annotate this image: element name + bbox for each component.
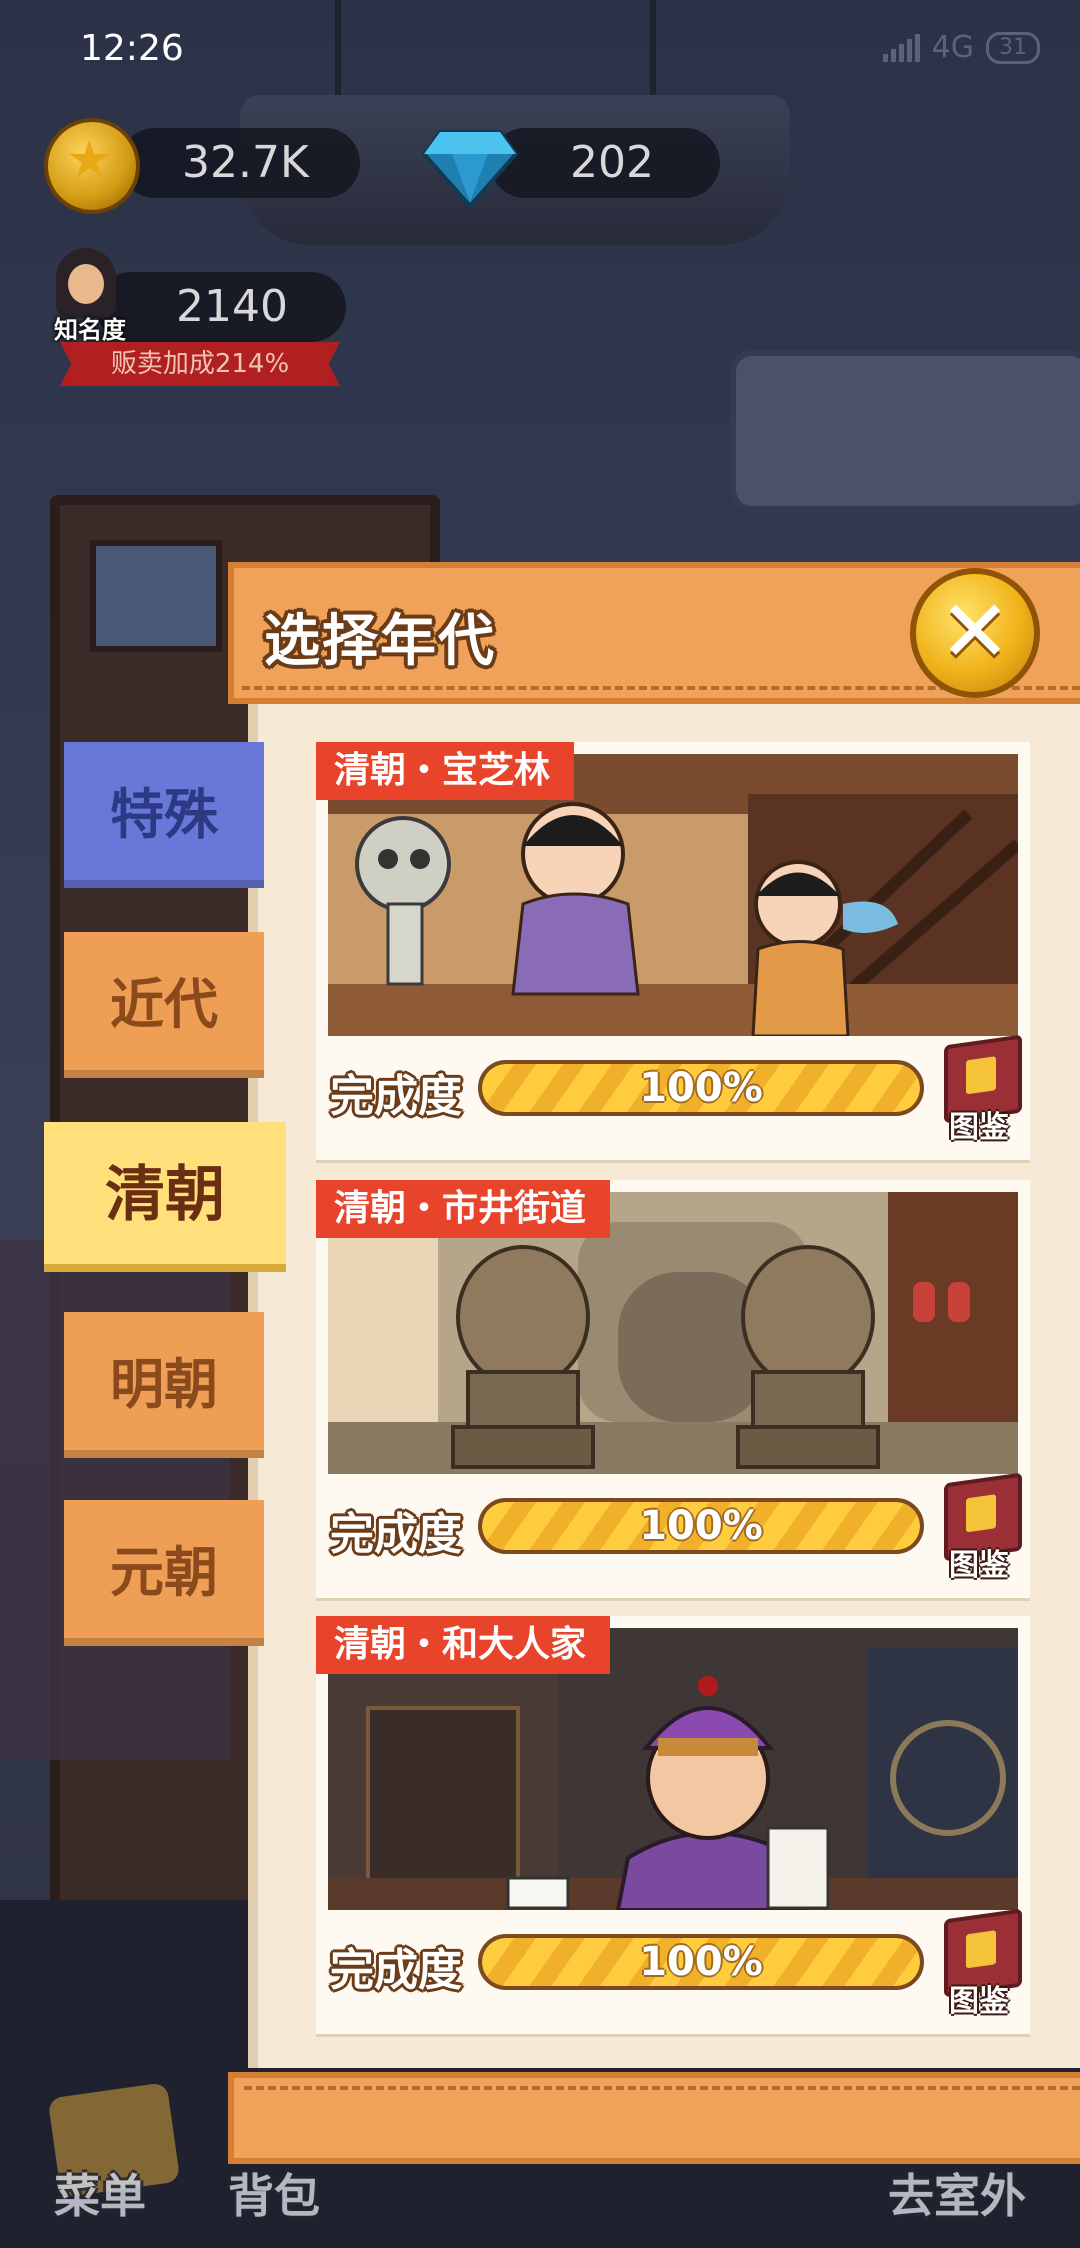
fame-counter[interactable]: 2140: [96, 272, 346, 342]
gem-counter[interactable]: 202: [490, 128, 720, 198]
network-type: 4G: [931, 30, 974, 65]
bag-button[interactable]: 背包: [228, 2160, 320, 2226]
close-button[interactable]: ✕: [910, 568, 1040, 698]
tab-ming-dynasty[interactable]: 明朝: [64, 1312, 264, 1458]
completion-label: 完成度: [330, 1509, 462, 1560]
tab-yuan-dynasty[interactable]: 元朝: [64, 1500, 264, 1646]
avatar: [56, 248, 116, 318]
collection-label: 图鉴: [949, 1110, 1009, 1145]
sales-bonus-badge: 贩卖加成214%: [60, 342, 340, 386]
coin-counter[interactable]: 32.7K: [120, 128, 360, 198]
battery-icon: 31: [986, 31, 1040, 64]
coin-value: 32.7K: [182, 137, 309, 188]
close-x-icon: ✕: [938, 582, 1012, 682]
tab-qing-dynasty[interactable]: 清朝: [44, 1122, 286, 1272]
collection-book-button[interactable]: 图鉴: [936, 1908, 1022, 2020]
scene-tag: 清朝・宝芝林: [316, 742, 575, 800]
lamp-wire: [335, 0, 341, 95]
scene-tag: 清朝・市井街道: [316, 1180, 611, 1238]
scene-card[interactable]: 清朝・市井街道 完成度 100% 图鉴: [316, 1180, 1030, 1598]
tab-special[interactable]: 特殊: [64, 742, 264, 888]
completion-progress-bar: 100%: [478, 1060, 924, 1116]
collection-label: 图鉴: [949, 1984, 1009, 2019]
scene-tag: 清朝・和大人家: [316, 1616, 611, 1674]
door-window: [90, 540, 222, 652]
scene-card[interactable]: 清朝・和大人家 完成度 100% 图鉴: [316, 1616, 1030, 2034]
fame-value: 2140: [176, 281, 288, 332]
menu-button[interactable]: 菜单: [54, 2160, 146, 2226]
progress-percent: 100%: [639, 1503, 763, 1549]
completion-progress-bar: 100%: [478, 1498, 924, 1554]
status-time: 12:26: [80, 28, 184, 69]
coin-icon: [44, 118, 140, 214]
status-indicators: 4G 31: [882, 30, 1040, 65]
scene-card[interactable]: 清朝・宝芝林 完成度 100% 图鉴: [316, 742, 1030, 1160]
completion-label: 完成度: [330, 1945, 462, 1996]
collection-book-button[interactable]: 图鉴: [936, 1034, 1022, 1146]
modal-footer: [228, 2072, 1080, 2164]
progress-percent: 100%: [639, 1939, 763, 1985]
collection-label: 图鉴: [949, 1548, 1009, 1583]
progress-percent: 100%: [639, 1065, 763, 1111]
modal-title: 选择年代: [264, 609, 496, 674]
signal-icon: [882, 33, 920, 62]
tab-modern[interactable]: 近代: [64, 932, 264, 1078]
completion-progress-bar: 100%: [478, 1934, 924, 1990]
go-outdoor-button[interactable]: 去室外: [888, 2160, 1026, 2226]
completion-label: 完成度: [330, 1071, 462, 1122]
air-conditioner: [730, 350, 1080, 512]
gem-value: 202: [570, 137, 654, 188]
lamp-wire: [650, 0, 656, 95]
collection-book-button[interactable]: 图鉴: [936, 1472, 1022, 1584]
fame-label: 知名度: [54, 316, 126, 344]
diamond-icon: [422, 130, 518, 208]
